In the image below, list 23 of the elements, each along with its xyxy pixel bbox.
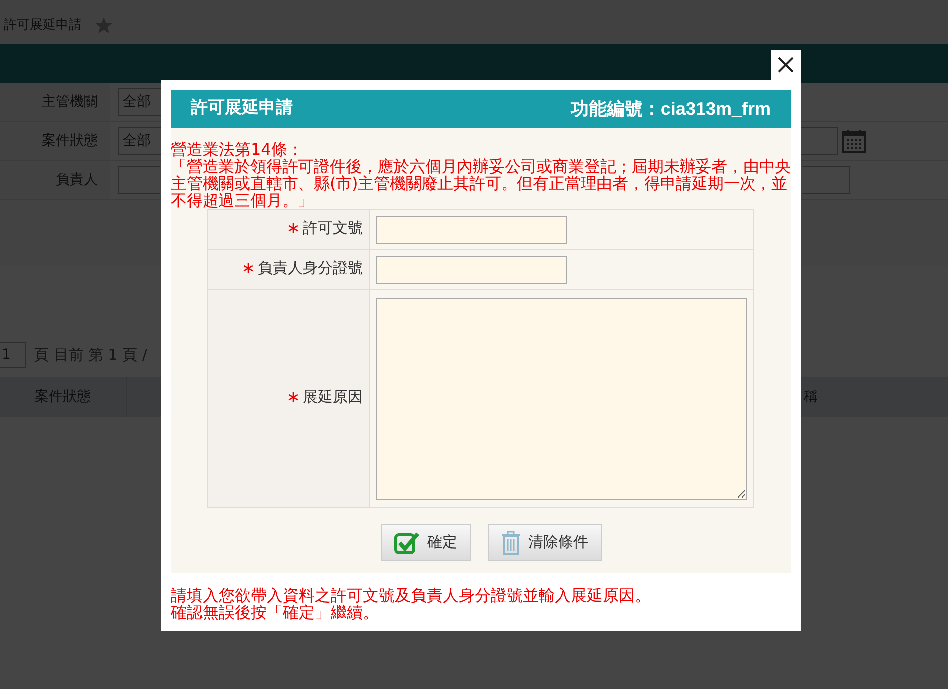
reason-textarea[interactable]	[376, 298, 747, 500]
checkmark-icon	[394, 530, 420, 554]
confirm-button[interactable]: 確定	[380, 524, 470, 561]
input-field[interactable]	[802, 166, 850, 194]
input-field[interactable]	[118, 166, 160, 194]
date-field[interactable]	[800, 127, 838, 155]
star-icon[interactable]	[94, 16, 114, 36]
function-code: 功能編號：cia313m_frm	[570, 98, 771, 120]
dialog-title: 許可展延申請	[191, 97, 293, 120]
law-title: 營造業法第14條：	[171, 141, 304, 158]
field-label: 負責人身分證號	[258, 258, 363, 280]
text-input[interactable]	[376, 216, 567, 244]
calendar-icon[interactable]	[842, 129, 866, 153]
law-text: 「營造業於領得許可證件後，應於六個月內辦妥公司或商業登記；屆期未辦妥者，由中央主管機關或直轄市、縣(市)主管機關廢止其許可。但有正當理由者，得申請延期一次，並不得超過三個月。」	[171, 158, 792, 209]
field-label: 展延原因	[303, 387, 363, 408]
text-input[interactable]	[376, 256, 567, 284]
close-button[interactable]	[771, 50, 801, 80]
close-icon	[777, 56, 795, 74]
field-label: 許可文號	[303, 218, 363, 240]
instruction-note: 請填入您欲帶入資料之許可文號及負責人身分證號並輸入展延原因。	[171, 587, 652, 604]
trash-icon	[500, 530, 520, 554]
instruction-note: 確認無誤後按「確定」繼續。	[171, 604, 380, 621]
clear-button[interactable]: 清除條件	[488, 524, 602, 561]
